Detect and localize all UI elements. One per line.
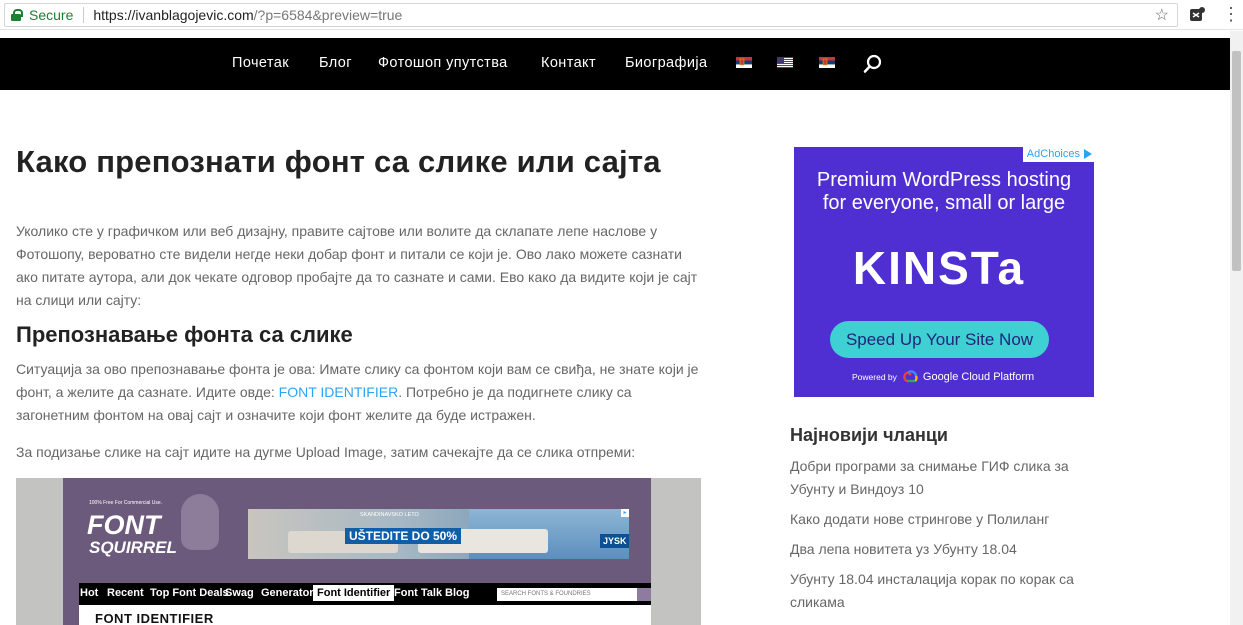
browser-toolbar: Secure https://ivanblagojevic.com/?p=658… [0,0,1243,30]
fs-nav-item: Swag [225,587,254,599]
search-icon[interactable] [863,54,883,74]
nav-item-photoshop-tutorials[interactable]: Фотошоп упутства [378,55,508,71]
adchoices-icon [1084,149,1092,159]
fs-nav-item: Recent [107,587,144,599]
ad-powered-by: Powered by Google Cloud Platform [852,369,1034,385]
banner-small-text: SKANDINAVSKO LETO [360,512,419,518]
banner-headline: UŠTEDITE DO 50% [345,528,462,544]
nav-item-biography[interactable]: Биографија [625,55,707,71]
nav-item-contact[interactable]: Контакт [541,55,596,71]
article-paragraph-2: Ситуација за ово препознавање фонта је о… [16,358,702,427]
fontsquirrel-header: 100% Free For Commercial Use. FONT SQUIR… [63,478,651,625]
ad-headline-2: for everyone, small or large [822,192,1066,214]
url-host[interactable]: https://ivanblagojevic.com [93,7,253,23]
adchoices-icon: ▸ [621,509,629,517]
article-intro: Уколико сте у графичком или веб дизајну,… [16,223,698,308]
serbian-flag-icon[interactable] [819,57,835,68]
fs-page-heading: FONT IDENTIFIER [95,611,214,625]
adchoices-text: AdChoices [1026,148,1080,160]
secure-label: Secure [29,7,74,23]
lock-icon [11,9,23,21]
google-cloud-icon [903,370,918,383]
address-divider [83,7,85,23]
banner-ad: SKANDINAVSKO LETO UŠTEDITE DO 50% JYSK ▸ [248,509,629,559]
address-bar[interactable]: Secure https://ivanblagojevic.com/?p=658… [4,3,1178,27]
page-scrollbar[interactable] [1230,31,1243,625]
fs-nav-item: Font Talk [394,587,443,599]
powered-by-label: Powered by [852,372,897,382]
article-title: Како препознати фонт са слике или сајта [16,144,661,179]
extension-icon[interactable] [1187,5,1207,25]
recent-posts-heading: Најновији чланци [790,425,948,445]
squirrel-logo-icon [181,494,219,550]
logo-text-bottom: SQUIRREL [89,538,177,557]
logo-tagline: 100% Free For Commercial Use. [89,500,163,506]
partner-name: Google Cloud Platform [922,371,1035,383]
article-screenshot: 100% Free For Commercial Use. FONT SQUIR… [16,478,701,625]
ad-headline-1: Premium WordPress hosting [816,169,1072,191]
recent-post-link[interactable]: Како додати нове стрингове у Полиланг [790,508,1090,531]
site-navigation: Почетак Блог Фотошоп упутства Контакт Би… [0,38,1230,90]
font-identifier-link[interactable]: FONT IDENTIFIER [279,384,399,400]
article-paragraph-3: За подизање слике на сајт идите на дугме… [16,444,636,460]
logo-text-top: FONT [87,510,161,540]
fs-nav-item: Hot [80,587,99,599]
fs-nav-item: Top Font Deals [150,587,229,599]
nav-item-home[interactable]: Почетак [232,55,289,71]
serbian-flag-icon[interactable] [736,57,752,68]
recent-post-link[interactable]: Два лепа новитета уз Убунту 18.04 [790,538,1090,561]
kinsta-ad[interactable]: AdChoices Premium WordPress hosting for … [794,147,1094,397]
fontsquirrel-body: FONT IDENTIFIER [79,605,651,625]
bookmark-star-icon[interactable]: ☆ [1155,5,1169,25]
fs-nav-item: Blog [445,587,470,599]
fs-nav-item-active: Font Identifier [313,585,395,601]
recent-post-link[interactable]: Добри програми за снимање ГИФ слика за У… [790,455,1090,501]
adchoices-label[interactable]: AdChoices [1022,147,1094,162]
ad-cta-button[interactable]: Speed Up Your Site Now [830,321,1049,358]
fs-nav-item: Generator [261,587,314,599]
scrollbar-thumb[interactable] [1232,51,1241,271]
url-path[interactable]: /?p=6584&preview=true [254,7,403,23]
fs-search-button [637,588,651,601]
fs-search-field: SEARCH FONTS & FOUNDRIES [497,588,637,601]
recent-post-link[interactable]: Убунту 18.04 инсталација корак по корак … [790,568,1090,614]
kinsta-logo: KINSTa [852,242,1026,294]
us-flag-icon[interactable] [777,57,793,68]
fontsquirrel-nav: Hot Recent Top Font Deals Swag Generator… [79,583,651,605]
banner-brand: JYSK [600,534,629,548]
recent-posts-list: Добри програми за снимање ГИФ слика за У… [790,455,1090,621]
nav-item-blog[interactable]: Блог [319,55,352,71]
browser-menu-icon[interactable]: ⋮ [1222,4,1240,24]
section-heading: Препознавање фонта са слике [16,322,353,347]
